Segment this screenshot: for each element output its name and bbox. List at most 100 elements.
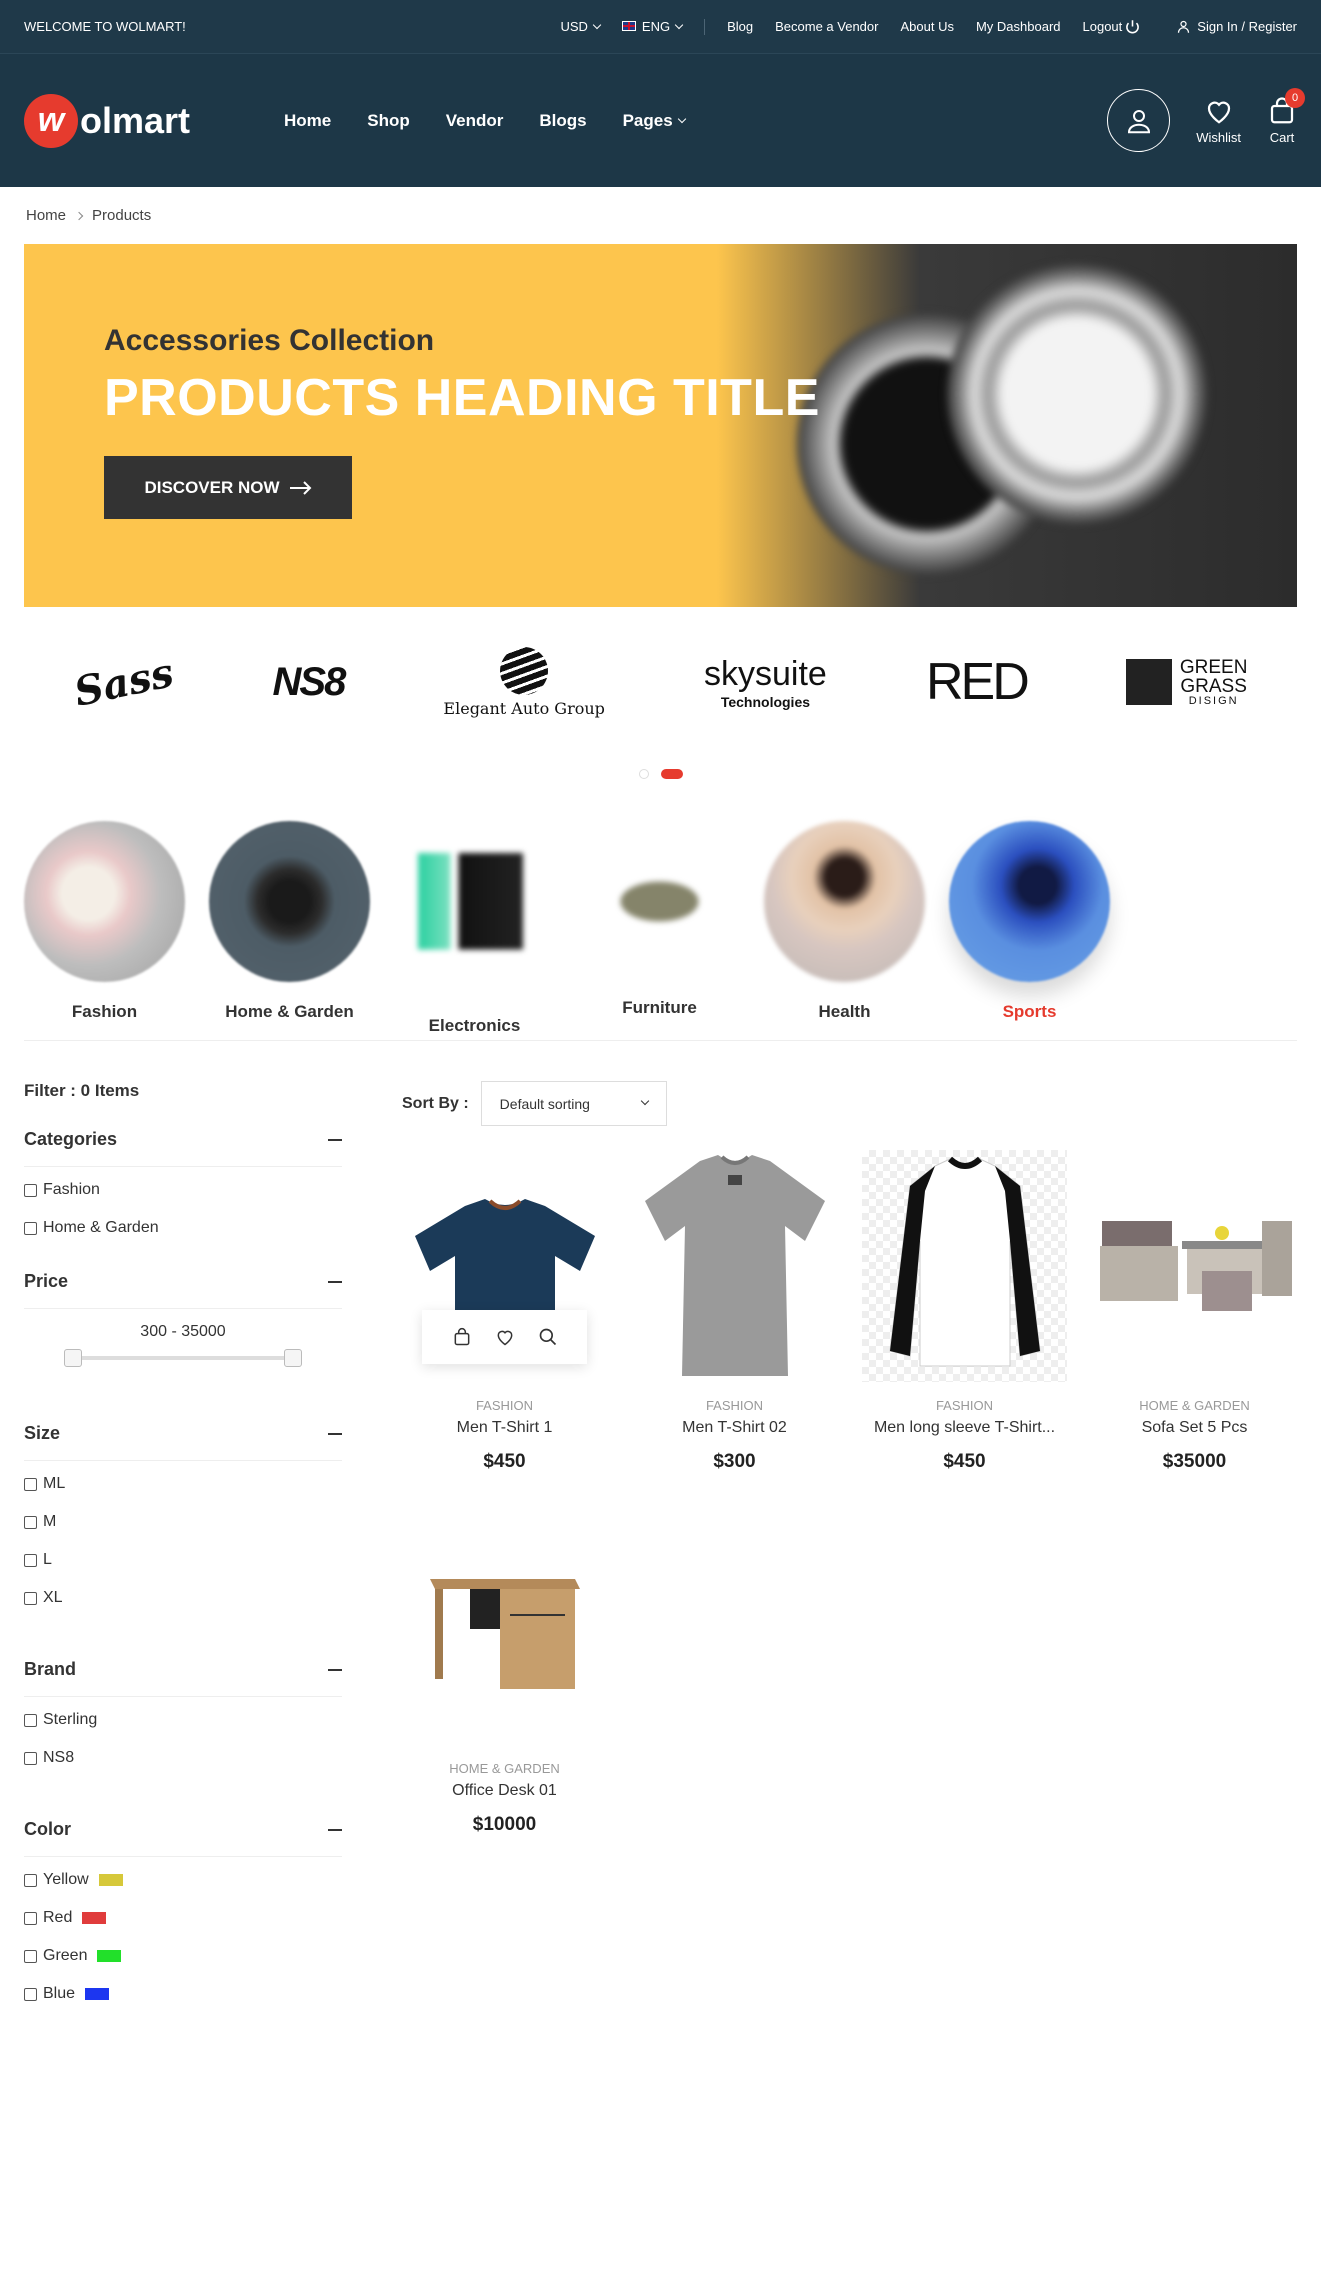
price-range-value: 300 - 35000 [140,1323,226,1340]
product-card[interactable]: HOME & GARDEN Sofa Set 5 Pcs $35000 [1092,1150,1297,1473]
category-home-garden[interactable]: Home & Garden [209,821,370,1040]
product-category[interactable]: FASHION [402,1398,607,1413]
nav-vendor[interactable]: Vendor [446,111,504,131]
nav-home[interactable]: Home [284,111,331,131]
product-card[interactable]: FASHION Men T-Shirt 02 $300 [632,1150,837,1473]
become-vendor-link[interactable]: Become a Vendor [775,19,878,34]
checkbox[interactable] [24,1183,37,1197]
checkbox[interactable] [24,1591,37,1605]
breadcrumb-home[interactable]: Home [26,207,66,224]
nav-pages[interactable]: Pages [623,111,686,131]
product-image[interactable] [1092,1150,1297,1382]
sort-select[interactable]: Default sorting [480,1081,667,1126]
nav-shop[interactable]: Shop [367,111,410,131]
price-slider[interactable] [64,1349,302,1367]
brand-skysuite-logo[interactable]: skysuite Technologies [704,655,827,710]
checkbox[interactable] [24,1987,37,2001]
category-sports[interactable]: Sports [949,821,1110,1040]
checkbox[interactable] [24,1515,37,1529]
brand-red-logo[interactable]: RED [926,652,1030,712]
my-dashboard-link[interactable]: My Dashboard [976,19,1061,34]
filter-header[interactable]: Price [24,1271,342,1309]
collapse-icon[interactable] [328,1280,342,1283]
filter-option-label: Yellow [43,1871,89,1888]
account-button[interactable] [1107,89,1171,152]
collapse-icon[interactable] [328,1828,342,1831]
slider-handle-min[interactable] [64,1349,82,1367]
checkbox[interactable] [24,1477,37,1491]
brand-greengrass-logo[interactable]: GREEN GRASS DISIGN [1125,658,1247,707]
checkbox[interactable] [24,1911,37,1925]
category-fashion[interactable]: Fashion [24,821,185,1040]
filter-option[interactable]: Green [24,1947,342,1965]
logout-link[interactable]: Logout [1083,19,1141,34]
filter-option[interactable]: Fashion [24,1181,342,1199]
collapse-icon[interactable] [328,1432,342,1435]
product-image[interactable] [402,1150,607,1382]
blog-link[interactable]: Blog [727,19,753,34]
filter-option[interactable]: Yellow [24,1871,342,1889]
signin-link[interactable]: Sign In / Register [1176,19,1297,34]
wishlist-button[interactable]: Wishlist [1196,96,1241,145]
slider-handle-max[interactable] [284,1349,302,1367]
filter-option[interactable]: XL [24,1589,342,1607]
about-us-link[interactable]: About Us [900,19,953,34]
product-name[interactable]: Men long sleeve T-Shirt... [862,1419,1067,1437]
product-category[interactable]: HOME & GARDEN [1092,1398,1297,1413]
product-name[interactable]: Office Desk 01 [402,1782,607,1800]
carousel-dot[interactable] [638,769,649,779]
filter-option[interactable]: L [24,1551,342,1569]
filter-header[interactable]: Color [24,1819,342,1857]
product-image[interactable] [402,1513,607,1745]
filter-option-label: Blue [43,1985,76,2002]
brand-elegant-logo[interactable]: Elegant Auto Group [443,646,605,718]
product-category[interactable]: FASHION [862,1398,1067,1413]
category-furniture[interactable]: Furniture [579,821,740,1040]
checkbox[interactable] [24,1873,37,1887]
checkbox[interactable] [24,1949,37,1963]
product-card[interactable]: FASHION Men long sleeve T-Shirt... $450 [862,1150,1067,1473]
brand-ns8-logo[interactable]: NS8 [273,660,347,705]
brand-sass-logo[interactable]: Sass [70,649,177,716]
filter-option[interactable]: ML [24,1475,342,1493]
filter-header[interactable]: Size [24,1423,342,1461]
discover-now-button[interactable]: DISCOVER NOW [104,456,352,519]
currency-select[interactable]: USD [560,19,602,34]
filter-header[interactable]: Categories [24,1129,342,1167]
collapse-icon[interactable] [328,1138,342,1141]
product-image[interactable] [632,1150,837,1382]
nav-blogs[interactable]: Blogs [539,111,586,131]
filter-option[interactable]: NS8 [24,1749,342,1767]
filter-header[interactable]: Brand [24,1659,342,1697]
logo[interactable]: w olmart [24,93,284,148]
filter-option[interactable]: Blue [24,1985,342,2003]
filter-option[interactable]: Home & Garden [24,1219,342,1237]
product-name[interactable]: Men T-Shirt 1 [402,1419,607,1437]
product-image[interactable] [862,1150,1067,1382]
filter-option[interactable]: Sterling [24,1711,342,1729]
language-select[interactable]: ENG [621,19,684,34]
search-icon[interactable] [538,1327,558,1347]
heart-icon[interactable] [494,1327,516,1347]
category-health[interactable]: Health [764,821,925,1040]
brand-skysuite-label: skysuite [704,654,827,693]
power-icon [1126,20,1140,34]
carousel-dot-active[interactable] [660,769,683,779]
checkbox[interactable] [24,1713,37,1727]
product-card[interactable]: FASHION Men T-Shirt 1 $450 [402,1150,607,1473]
filter-option[interactable]: M [24,1513,342,1531]
checkbox[interactable] [24,1221,37,1235]
filter-option[interactable]: Red [24,1909,342,1927]
category-electronics[interactable]: Electronics [394,821,555,1040]
product-price: $300 [713,1451,756,1472]
product-card[interactable]: HOME & GARDEN Office Desk 01 $10000 [402,1513,607,1836]
product-name[interactable]: Sofa Set 5 Pcs [1092,1419,1297,1437]
product-category[interactable]: FASHION [632,1398,837,1413]
cart-button[interactable]: 0 Cart [1267,88,1305,145]
shopping-bag-icon[interactable] [452,1327,472,1347]
checkbox[interactable] [24,1751,37,1765]
product-name[interactable]: Men T-Shirt 02 [632,1419,837,1437]
collapse-icon[interactable] [328,1668,342,1671]
product-category[interactable]: HOME & GARDEN [402,1761,607,1776]
checkbox[interactable] [24,1553,37,1567]
